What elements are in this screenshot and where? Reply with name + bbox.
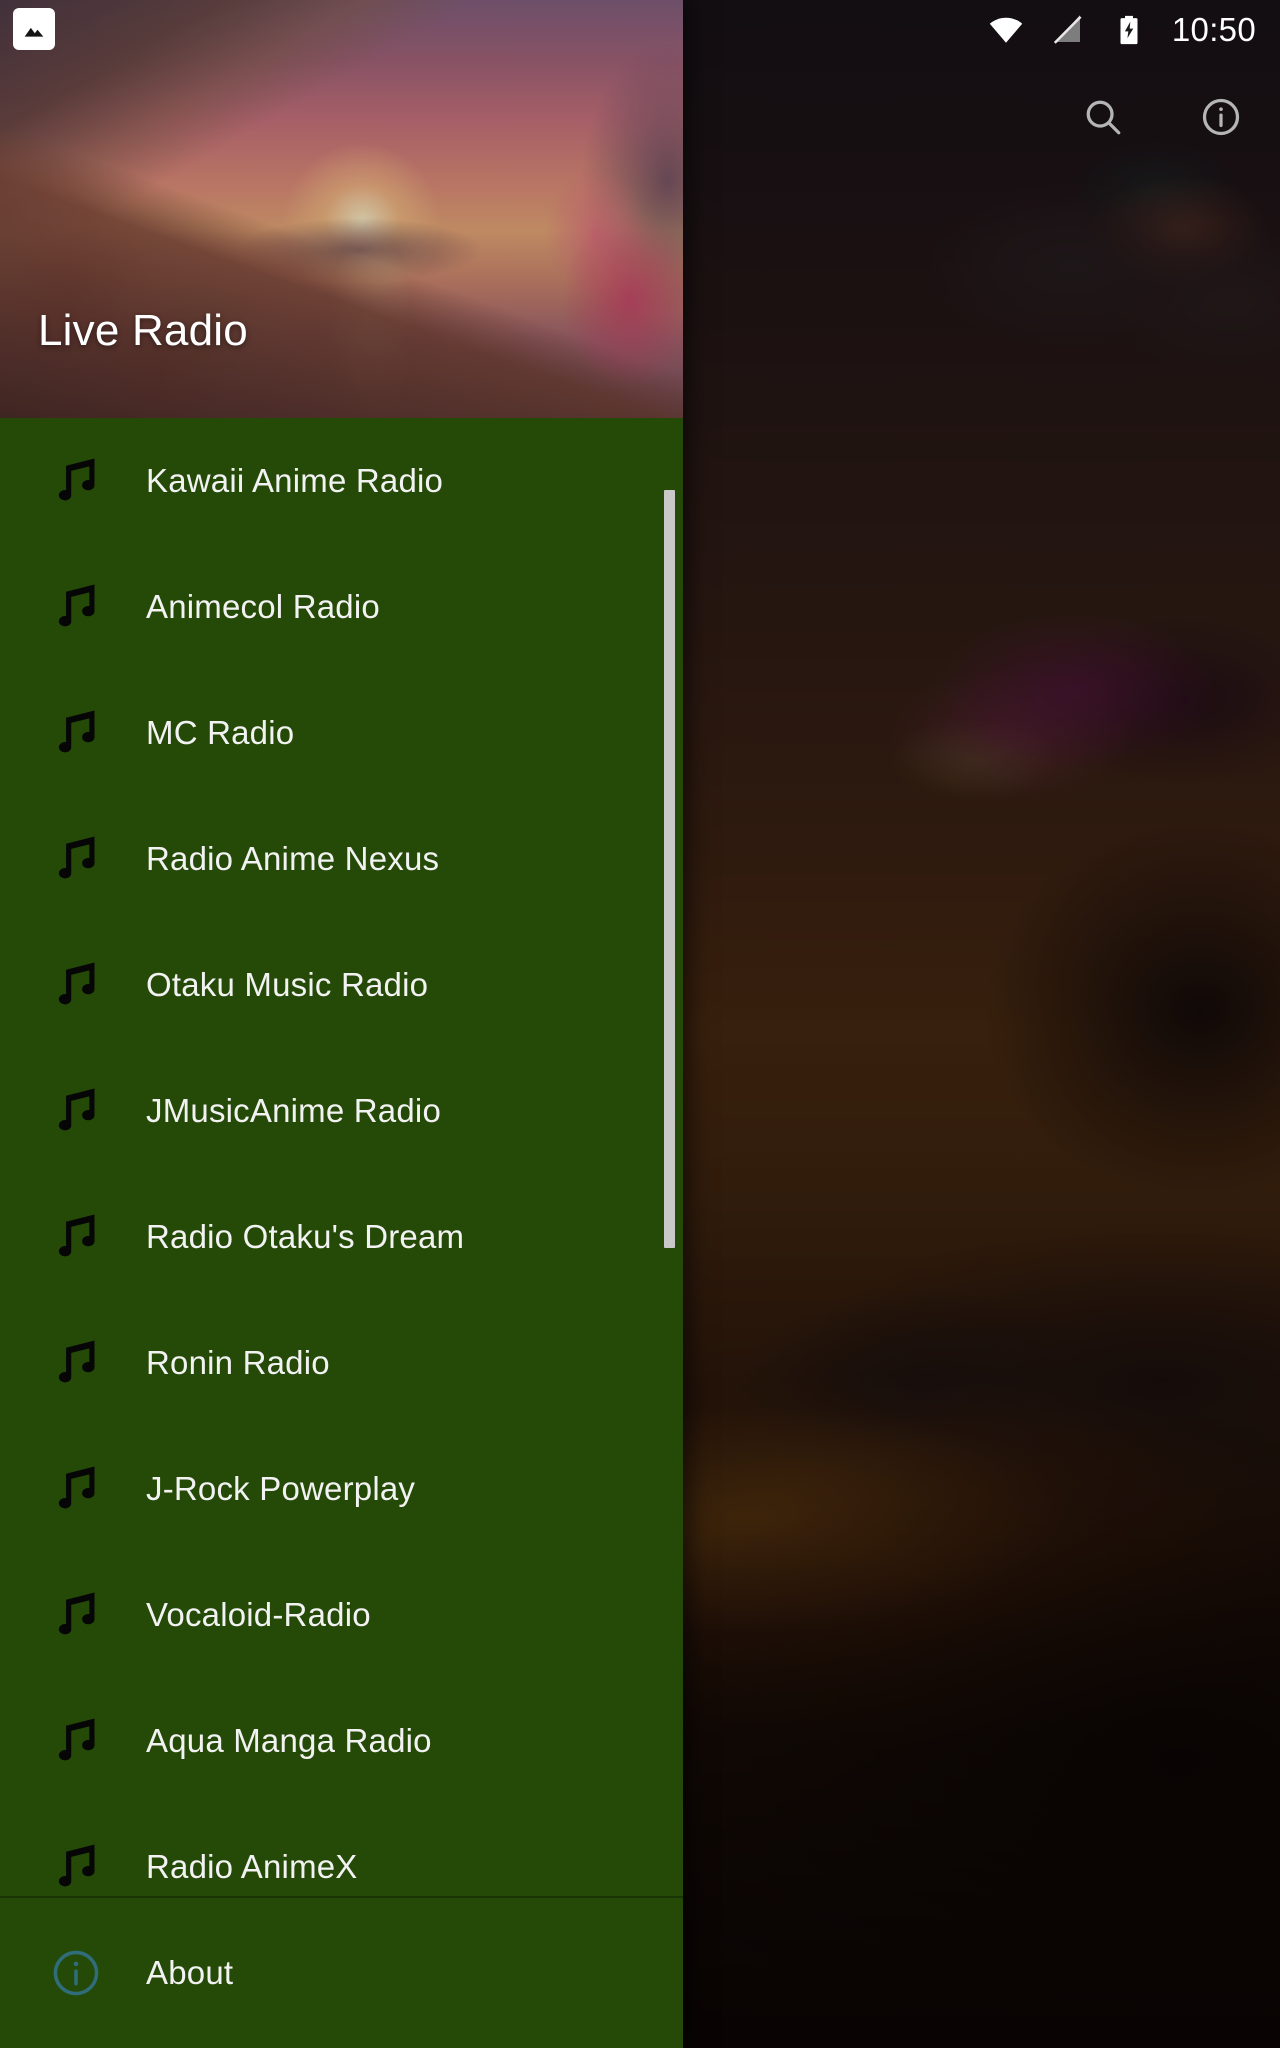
image-placeholder-icon: [13, 8, 55, 50]
music-note-icon: [48, 1080, 120, 1142]
drawer-header: Live Radio: [0, 0, 683, 418]
drawer-item-label: Kawaii Anime Radio: [146, 462, 444, 499]
drawer-item-label: MC Radio: [146, 714, 295, 751]
drawer-item[interactable]: Otaku Music Radio: [0, 922, 683, 1048]
drawer-item-label: Radio AnimeX: [146, 1848, 358, 1885]
navigation-drawer: Live Radio Kawaii Anime Radio Animecol R…: [0, 0, 683, 2048]
drawer-title: Live Radio: [38, 306, 248, 355]
drawer-item[interactable]: MC Radio: [0, 670, 683, 796]
info-button[interactable]: Info: [1162, 60, 1280, 178]
music-note-icon: [48, 1206, 120, 1268]
info-icon: [1198, 94, 1244, 145]
wifi-icon: [988, 12, 1024, 48]
search-icon: [1080, 94, 1126, 145]
search-button[interactable]: Search: [1044, 60, 1162, 178]
status-clock: 10:50: [1171, 11, 1256, 48]
music-note-icon: [48, 1458, 120, 1520]
drawer-item-label: Radio Otaku's Dream: [146, 1218, 465, 1255]
drawer-item-label: Animecol Radio: [146, 588, 380, 625]
music-note-icon: [48, 1332, 120, 1394]
drawer-item-label: Vocaloid-Radio: [146, 1596, 371, 1633]
drawer-item-label: Aqua Manga Radio: [146, 1722, 432, 1759]
drawer-item[interactable]: Aqua Manga Radio: [0, 1678, 683, 1804]
drawer-item-list[interactable]: Kawaii Anime Radio Animecol Radio MC Rad…: [0, 418, 683, 1896]
drawer-item[interactable]: Vocaloid-Radio: [0, 1552, 683, 1678]
music-note-icon: [48, 450, 120, 512]
music-note-icon: [48, 1584, 120, 1646]
drawer-item-label: J-Rock Powerplay: [146, 1470, 416, 1507]
cellular-off-icon: [1050, 12, 1086, 48]
drawer-scrollbar[interactable]: [664, 490, 675, 1248]
drawer-item[interactable]: Kawaii Anime Radio: [0, 418, 683, 544]
drawer-item-label: JMusicAnime Radio: [146, 1092, 442, 1129]
drawer-item-about[interactable]: About: [0, 1898, 683, 2048]
battery-charging-icon: [1112, 13, 1146, 47]
drawer-item[interactable]: Radio Otaku's Dream: [0, 1174, 683, 1300]
drawer-item[interactable]: Radio AnimeX: [0, 1804, 683, 1896]
drawer-item[interactable]: Radio Anime Nexus: [0, 796, 683, 922]
drawer-item[interactable]: Ronin Radio: [0, 1300, 683, 1426]
app-screen: 10:50 Search Info: [0, 0, 1280, 2048]
music-note-icon: [48, 1836, 120, 1896]
info-circle-icon: [48, 1945, 120, 2001]
drawer-item-label: Radio Anime Nexus: [146, 840, 440, 877]
music-note-icon: [48, 702, 120, 764]
drawer-item[interactable]: JMusicAnime Radio: [0, 1048, 683, 1174]
music-note-icon: [48, 1710, 120, 1772]
drawer-item[interactable]: J-Rock Powerplay: [0, 1426, 683, 1552]
drawer-item-label: Ronin Radio: [146, 1344, 330, 1381]
music-note-icon: [48, 954, 120, 1016]
drawer-item-label: Otaku Music Radio: [146, 966, 429, 1003]
drawer-footer: About: [0, 1896, 683, 2048]
music-note-icon: [48, 828, 120, 890]
drawer-item[interactable]: Animecol Radio: [0, 544, 683, 670]
about-label: About: [146, 1954, 234, 1991]
music-note-icon: [48, 576, 120, 638]
